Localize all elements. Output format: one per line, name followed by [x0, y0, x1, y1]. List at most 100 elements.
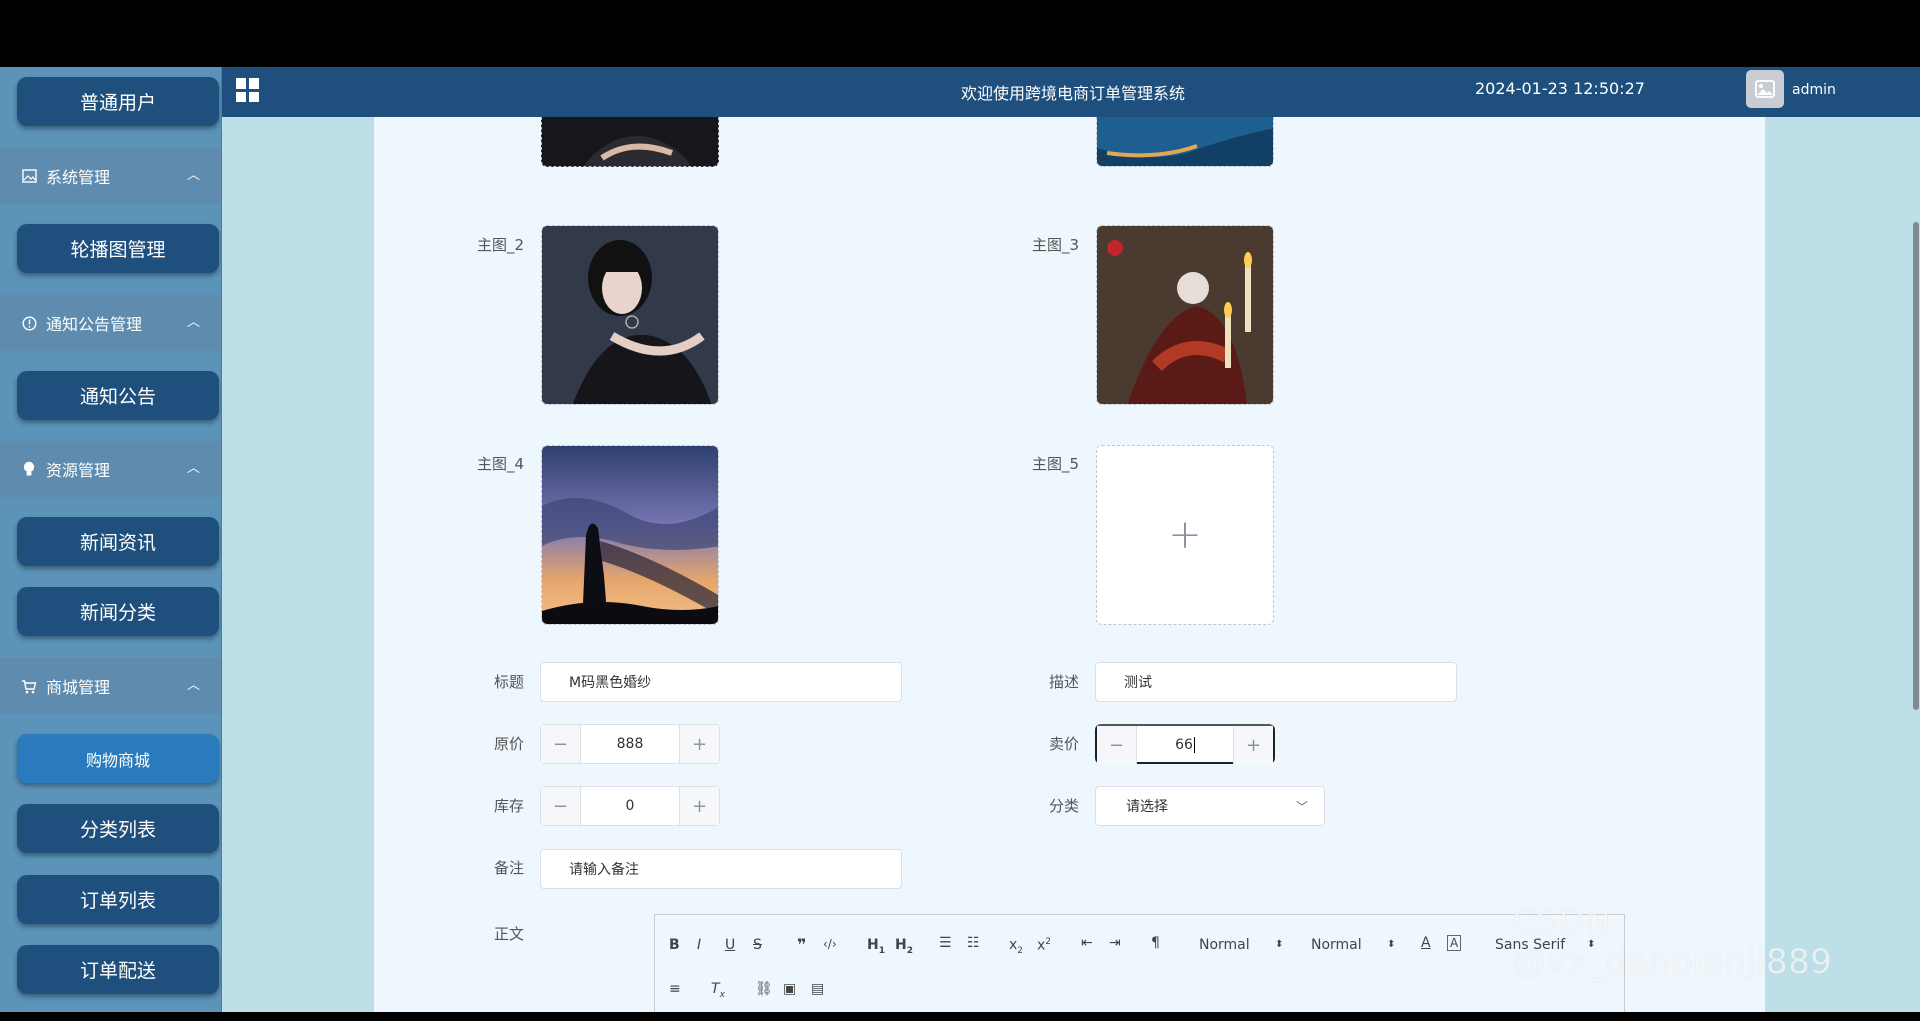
upload-image-5-button[interactable]: +	[1096, 445, 1274, 625]
sidebar-group-notice[interactable]: 通知公告管理 ︿	[0, 295, 221, 351]
category-select[interactable]: 请选择 ﹀	[1095, 786, 1325, 826]
sidebar: 普通用户 系统管理 ︿ 轮播图管理 通知公告管理 ︿ 通知公告 资源管理 ︿ 新…	[0, 67, 222, 1012]
sidebar-item-news-category[interactable]: 新闻分类	[17, 587, 219, 636]
image-placeholder-icon	[1755, 80, 1775, 98]
sidebar-item-label: 新闻资讯	[79, 532, 156, 554]
minus-icon[interactable]: −	[1097, 726, 1137, 764]
code-icon[interactable]: ‹/›	[823, 937, 837, 951]
chevron-up-icon: ︿	[186, 315, 200, 330]
subscript-button[interactable]: x2	[1009, 937, 1023, 956]
grid-menu-icon[interactable]	[236, 78, 260, 102]
sidebar-item-label: 订单列表	[79, 890, 156, 912]
category-placeholder: 请选择	[1126, 799, 1168, 815]
remark-placeholder: 请输入备注	[569, 862, 639, 878]
sidebar-item-label: 订单配送	[79, 960, 156, 982]
main-image-4[interactable]	[541, 445, 719, 625]
updown-icon: ⬍	[1275, 939, 1284, 950]
minus-icon[interactable]: −	[541, 725, 581, 763]
sidebar-group-label: 商城管理	[46, 678, 111, 697]
size-select[interactable]: Normal ⬍	[1311, 937, 1401, 953]
main-image-1[interactable]	[541, 117, 719, 167]
main-image-preview-top[interactable]	[1096, 117, 1274, 167]
align-icon[interactable]: ≡	[669, 981, 681, 997]
plus-icon[interactable]: +	[679, 725, 719, 763]
ordered-list-icon[interactable]: ☰	[939, 935, 952, 951]
stock-value[interactable]: 0	[581, 787, 679, 825]
sidebar-item-label: 分类列表	[79, 819, 156, 841]
original-price-value[interactable]: 888	[581, 725, 679, 763]
bold-button[interactable]: B	[669, 937, 680, 953]
background-color-icon[interactable]: A	[1447, 935, 1462, 951]
updown-icon: ⬍	[1387, 939, 1396, 950]
sidebar-group-label: 系统管理	[46, 168, 111, 187]
datetime-display: 2024-01-23 12:50:27	[1475, 79, 1645, 98]
text-direction-icon[interactable]: ¶	[1151, 935, 1160, 951]
sidebar-item-order-list[interactable]: 订单列表	[17, 875, 219, 924]
header2-button[interactable]: H2	[895, 937, 913, 956]
size-select-value: Normal	[1311, 937, 1362, 953]
header1-button[interactable]: H1	[867, 937, 885, 956]
sidebar-item-label: 轮播图管理	[70, 239, 166, 261]
info-icon	[20, 315, 38, 331]
plus-icon[interactable]: +	[679, 787, 719, 825]
body-label: 正文	[493, 925, 524, 943]
sidebar-item-label: 通知公告	[79, 386, 156, 408]
bullet-list-icon[interactable]: ☷	[967, 935, 980, 951]
video-icon[interactable]: ▤	[811, 981, 824, 997]
scrollbar[interactable]	[1912, 117, 1920, 1012]
stock-label: 库存	[493, 797, 524, 815]
sidebar-group-resources[interactable]: 资源管理 ︿	[0, 441, 221, 497]
italic-button[interactable]: I	[697, 937, 701, 953]
main-image-2[interactable]	[541, 225, 719, 405]
clear-format-icon[interactable]: Tx	[711, 981, 725, 1000]
header-select[interactable]: Normal ⬍	[1199, 937, 1289, 953]
description-value: 测试	[1124, 675, 1152, 691]
stock-stepper[interactable]: − 0 +	[540, 786, 720, 826]
description-input[interactable]: 测试	[1095, 662, 1457, 702]
scrollbar-thumb[interactable]	[1913, 222, 1919, 710]
sidebar-group-mall[interactable]: 商城管理 ︿	[0, 658, 221, 714]
original-price-stepper[interactable]: − 888 +	[540, 724, 720, 764]
text-color-icon[interactable]: A	[1421, 935, 1431, 951]
plus-icon[interactable]: +	[1233, 726, 1273, 764]
sale-price-value[interactable]: 66	[1137, 726, 1233, 764]
sidebar-item-label: 普通用户	[79, 92, 156, 114]
username[interactable]: admin	[1792, 82, 1836, 98]
sidebar-item-notice[interactable]: 通知公告	[17, 371, 219, 420]
title-value: M码黑色婚纱	[569, 675, 652, 691]
plus-icon: +	[1168, 512, 1202, 558]
sidebar-item-order-delivery[interactable]: 订单配送	[17, 945, 219, 994]
outdent-icon[interactable]: ⇤	[1081, 935, 1093, 951]
page-title: 欢迎使用跨境电商订单管理系统	[961, 84, 1186, 103]
blockquote-icon[interactable]: ❞	[797, 935, 806, 954]
main-image-2-label: 主图_2	[476, 236, 524, 254]
header-select-value: Normal	[1199, 937, 1250, 953]
title-label: 标题	[493, 673, 524, 691]
indent-icon[interactable]: ⇥	[1109, 935, 1121, 951]
superscript-button[interactable]: x2	[1037, 937, 1051, 954]
underline-button[interactable]: U	[725, 937, 735, 953]
link-icon[interactable]: ⛓	[755, 981, 773, 997]
sidebar-item-category-list[interactable]: 分类列表	[17, 804, 219, 853]
rich-text-editor[interactable]: B I U S ❞ ‹/› H1 H2 ☰ ☷ x2 x2 ⇤ ⇥ ¶ Norm…	[654, 914, 1625, 1012]
remark-label: 备注	[493, 859, 524, 877]
main-image-3[interactable]	[1096, 225, 1274, 405]
image-icon[interactable]: ▣	[783, 981, 796, 997]
sidebar-item-carousel[interactable]: 轮播图管理	[17, 224, 219, 273]
main-content: 主图_2 主图_3 主图_4 主图_5 + 标题 M码黑色婚纱 描述 测试 原价	[222, 117, 1920, 1012]
sidebar-item-normal-users[interactable]: 普通用户	[17, 77, 219, 126]
sidebar-item-shopping-mall[interactable]: 购物商城	[17, 734, 219, 783]
description-label: 描述	[1048, 673, 1079, 691]
sidebar-group-label: 资源管理	[46, 461, 111, 480]
sale-price-stepper[interactable]: − 66 +	[1095, 724, 1275, 764]
minus-icon[interactable]: −	[541, 787, 581, 825]
remark-input[interactable]: 请输入备注	[540, 849, 902, 889]
sale-price-text: 66	[1175, 737, 1193, 753]
strike-button[interactable]: S	[753, 937, 762, 953]
chevron-down-icon: ﹀	[1295, 800, 1308, 814]
sidebar-group-system[interactable]: 系统管理 ︿	[0, 148, 221, 204]
avatar[interactable]	[1746, 70, 1784, 108]
sidebar-item-news[interactable]: 新闻资讯	[17, 517, 219, 566]
watermark-text: CSDN @vx_danpianji889	[1512, 902, 1833, 982]
title-input[interactable]: M码黑色婚纱	[540, 662, 902, 702]
